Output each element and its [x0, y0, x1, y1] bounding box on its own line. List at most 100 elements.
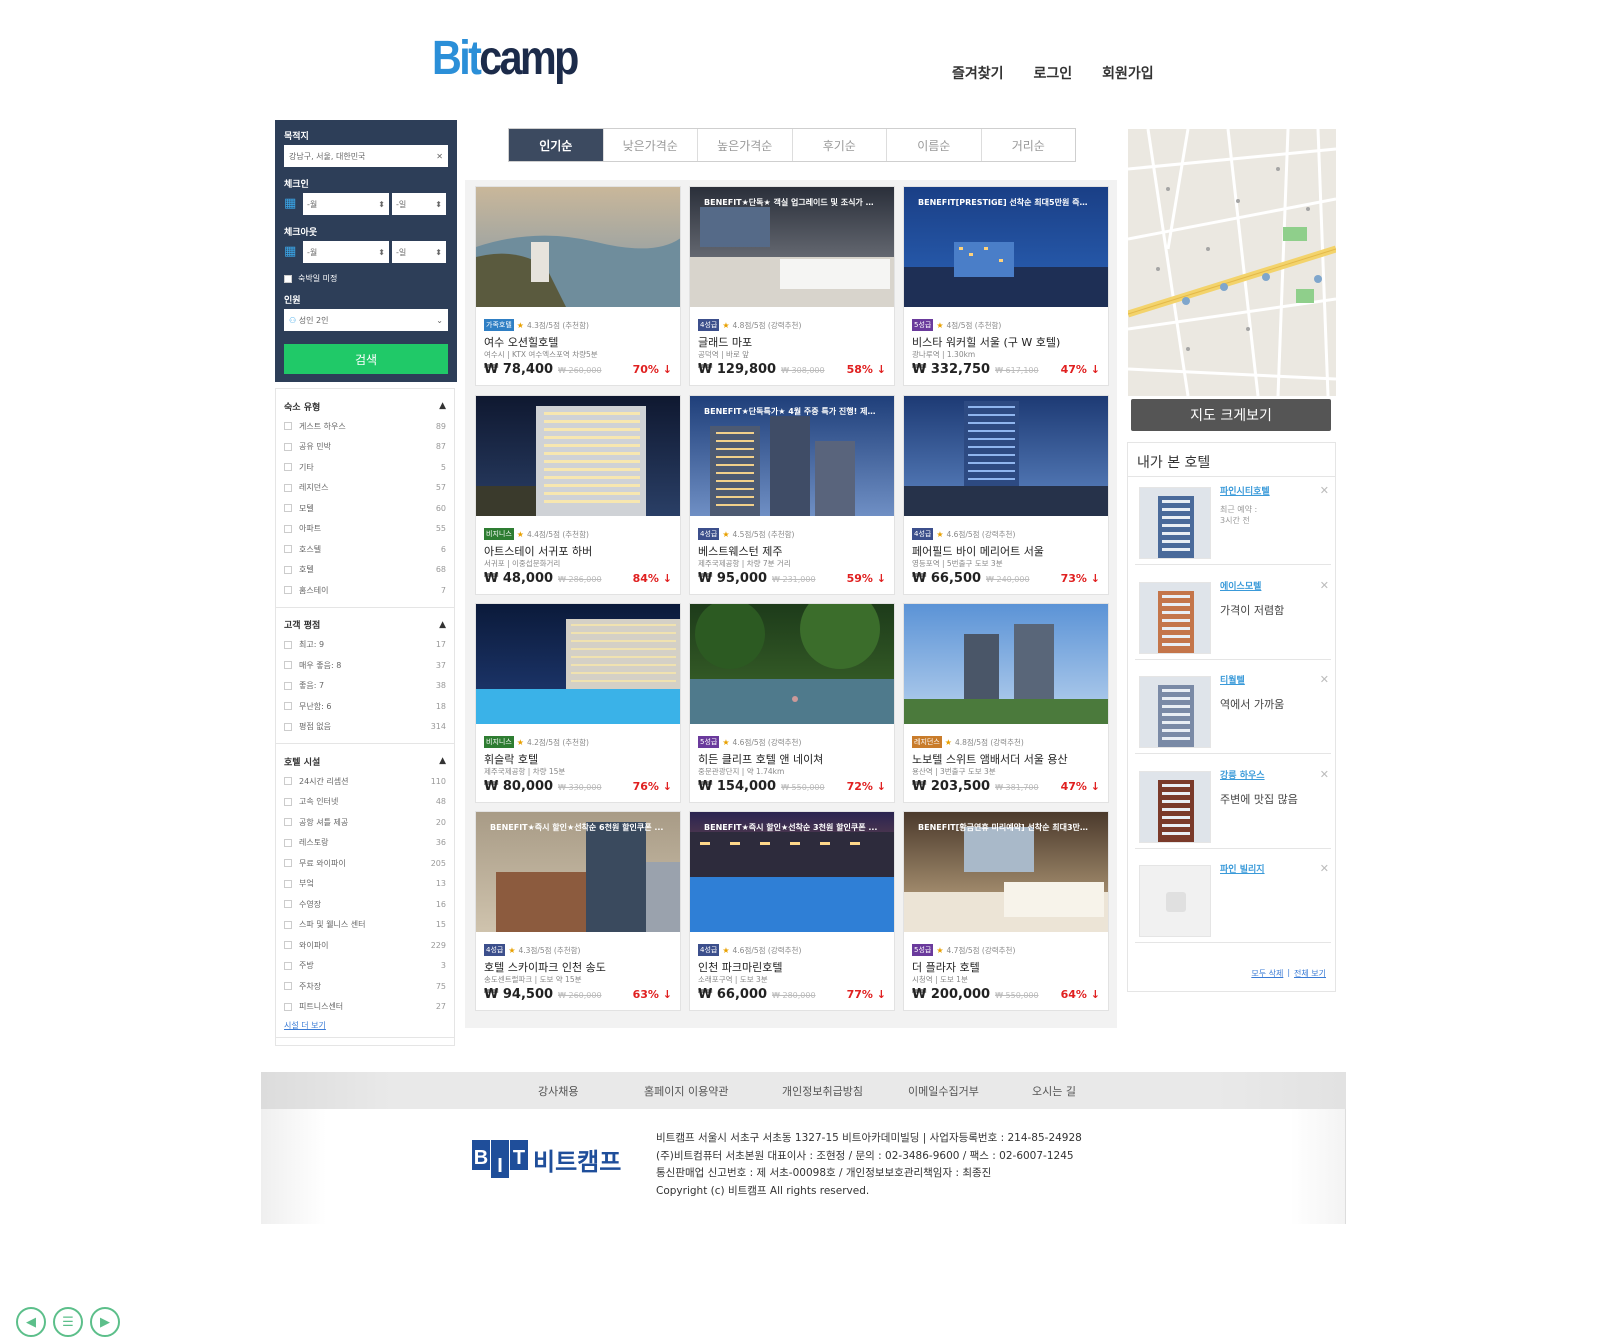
recent-hotel-item[interactable]: 강릉 하우스 ✕ 주변에 맛집 많음 [1135, 761, 1331, 849]
close-icon[interactable]: ✕ [1320, 768, 1329, 781]
checkbox[interactable] [284, 961, 292, 970]
tab-distance[interactable]: 거리순 [982, 129, 1076, 161]
filter-option[interactable]: 공항 셔틀 제공 20 [284, 812, 446, 833]
filter-option[interactable]: 공유 민박 87 [284, 437, 446, 458]
map-enlarge-button[interactable]: 지도 크게보기 [1131, 399, 1331, 431]
recent-hotel-name[interactable]: 강릉 하우스 [1220, 768, 1265, 781]
hotel-photo[interactable] [476, 396, 680, 516]
search-button[interactable]: 검색 [284, 344, 448, 374]
filter-option[interactable]: 주차장 75 [284, 976, 446, 997]
filter-option[interactable]: 와이파이 229 [284, 935, 446, 956]
close-icon[interactable]: ✕ [1320, 673, 1329, 686]
hotel-name[interactable]: 휘슬락 호텔 [484, 751, 672, 766]
nav-signup[interactable]: 회원가입 [1102, 63, 1154, 83]
checkin-month-select[interactable]: -월 ⬍ [303, 193, 389, 215]
filter-option[interactable]: 최고: 9 17 [284, 635, 446, 656]
checkbox[interactable] [284, 859, 292, 868]
tab-name[interactable]: 이름순 [887, 129, 982, 161]
recent-hotel-photo[interactable] [1139, 770, 1211, 843]
hotel-photo[interactable] [476, 187, 680, 307]
checkbox[interactable] [284, 818, 292, 827]
hotel-card[interactable]: BENEFIT★즉시 할인★선착순 3천원 할인쿠폰 ... 4성급 ★ 4.6점/… [689, 811, 895, 1011]
footer-link-directions[interactable]: 오시는 길 [1032, 1083, 1076, 1099]
filter-option[interactable]: 레스토랑 36 [284, 833, 446, 854]
hotel-photo[interactable]: BENEFIT[황금연휴 미리예약] 선착순 최대3만원 ... [904, 812, 1108, 932]
menu-circle-icon[interactable]: ☰ [53, 1307, 83, 1337]
nav-favorites[interactable]: 즐겨찾기 [952, 63, 1004, 83]
recent-hotel-item[interactable]: 에이스모텔 ✕ 가격이 저렴함 [1135, 572, 1331, 660]
filter-option[interactable]: 부엌 13 [284, 874, 446, 895]
hotel-card[interactable]: BENEFIT★단독특가★ 4월 주중 특가 진행! 제주... 4성급 ★ 4.5… [689, 395, 895, 595]
close-icon[interactable]: ✕ [1320, 579, 1329, 592]
filter-section-header[interactable]: 숙소 유형 ▲ [284, 396, 446, 416]
view-all-link[interactable]: 전체 보기 [1294, 968, 1326, 979]
guests-select[interactable]: ⚇ 성인 2인 ⌄ [284, 309, 448, 331]
filter-option[interactable]: 무료 와이파이 205 [284, 853, 446, 874]
hotel-card[interactable]: 5성급 ★ 4.6점/5점 (강력추천) 히든 클리프 호텔 앤 네이쳐 중문관광단… [689, 603, 895, 803]
hotel-name[interactable]: 베스트웨스턴 제주 [698, 543, 886, 558]
checkbox[interactable] [284, 777, 292, 786]
hotel-photo[interactable] [904, 396, 1108, 516]
hotel-photo[interactable] [690, 604, 894, 724]
hotel-card[interactable]: 4성급 ★ 4.6점/5점 (강력추천) 페어필드 바이 메리어트 서울 영등포역 … [903, 395, 1109, 595]
close-icon[interactable]: ✕ [1320, 484, 1329, 497]
hotel-card[interactable]: 레지던스 ★ 4.8점/5점 (강력추천) 노보텔 스위트 앰배서더 서울 용산 용… [903, 603, 1109, 803]
checkbox[interactable] [284, 1002, 292, 1011]
hotel-photo[interactable]: BENEFIT★단독특가★ 4월 주중 특가 진행! 제주... [690, 396, 894, 516]
tab-popular[interactable]: 인기순 [509, 129, 604, 161]
hotel-photo[interactable]: BENEFIT★단독★ 객실 업그레이드 및 조식가 객... [690, 187, 894, 307]
nav-login[interactable]: 로그인 [1034, 63, 1073, 83]
checkbox[interactable] [284, 442, 292, 451]
filter-option[interactable]: 호스텔 6 [284, 539, 446, 560]
checkbox[interactable] [284, 941, 292, 950]
checkbox[interactable] [284, 463, 292, 472]
hotel-name[interactable]: 더 플라자 호텔 [912, 959, 1100, 974]
filter-option[interactable]: 주방 3 [284, 956, 446, 977]
hotel-photo[interactable]: BENEFIT[PRESTIGE] 선착순 최대5만원 즉시할... [904, 187, 1108, 307]
checkbox[interactable] [284, 640, 292, 649]
hotel-photo[interactable]: BENEFIT★즉시 할인★선착순 6천원 할인쿠폰 ... [476, 812, 680, 932]
recent-hotel-photo[interactable] [1139, 487, 1211, 559]
recent-hotel-item[interactable]: 파인 빌리지 ✕ [1135, 855, 1331, 943]
clear-icon[interactable]: ✕ [436, 152, 443, 161]
filter-option[interactable]: 24시간 리셉션 110 [284, 771, 446, 792]
checkbox[interactable] [284, 900, 292, 909]
hotel-name[interactable]: 호텔 스카이파크 인천 송도 [484, 959, 672, 974]
recent-hotel-name[interactable]: 파인시티호텔 [1220, 484, 1270, 497]
filter-option[interactable]: 호텔 68 [284, 560, 446, 581]
recent-hotel-name[interactable]: 티월텔 [1220, 673, 1245, 686]
filter-option[interactable]: 평점 없음 314 [284, 717, 446, 738]
filter-section-header[interactable]: 호텔 시설 ▲ [284, 751, 446, 771]
filter-option[interactable]: 아파트 55 [284, 519, 446, 540]
checkbox[interactable] [284, 661, 292, 670]
checkbox[interactable] [284, 565, 292, 574]
hotel-name[interactable]: 아트스테이 서귀포 하버 [484, 543, 672, 558]
tab-low-price[interactable]: 낮은가격순 [604, 129, 698, 161]
collapse-icon[interactable]: ▲ [439, 756, 446, 766]
footer-link-terms[interactable]: 홈페이지 이용약관 [644, 1083, 728, 1099]
tab-high-price[interactable]: 높은가격순 [698, 129, 793, 161]
checkbox[interactable] [284, 504, 292, 513]
checkbox[interactable] [284, 879, 292, 888]
hotel-name[interactable]: 인천 파크마린호텔 [698, 959, 886, 974]
filter-option[interactable]: 수영장 16 [284, 894, 446, 915]
checkout-day-select[interactable]: -일 ⬍ [392, 241, 446, 263]
hotel-name[interactable]: 글래드 마포 [698, 334, 886, 349]
filter-section-header[interactable]: 고객 평점 ▲ [284, 615, 446, 635]
filter-option[interactable]: 피트니스센터 27 [284, 997, 446, 1018]
tab-reviews[interactable]: 후기순 [793, 129, 887, 161]
close-icon[interactable]: ✕ [1320, 862, 1329, 875]
hotel-photo[interactable] [476, 604, 680, 724]
hotel-card[interactable]: BENEFIT[황금연휴 미리예약] 선착순 최대3만원 ... 5성급 ★ 4.7… [903, 811, 1109, 1011]
site-logo[interactable]: Bitcamp [432, 32, 579, 86]
hotel-card[interactable]: 가족호텔 ★ 4.3점/5점 (추천함) 여수 오션힐호텔 여수시 | KTX 여수… [475, 186, 681, 386]
recent-hotel-name[interactable]: 에이스모텔 [1220, 579, 1261, 592]
checkbox[interactable] [284, 797, 292, 806]
collapse-icon[interactable]: ▲ [439, 401, 446, 411]
collapse-icon[interactable]: ▲ [439, 620, 446, 630]
checkbox[interactable] [284, 586, 292, 595]
hotel-card[interactable]: 비지니스 ★ 4.4점/5점 (추천함) 아트스테이 서귀포 하버 서귀포 | 이중… [475, 395, 681, 595]
checkbox[interactable] [284, 722, 292, 731]
hotel-card[interactable]: 비지니스 ★ 4.2점/5점 (추천함) 휘슬락 호텔 제주국제공항 | 차량 15… [475, 603, 681, 803]
undecided-checkbox[interactable]: 숙박일 미정 [284, 273, 448, 284]
